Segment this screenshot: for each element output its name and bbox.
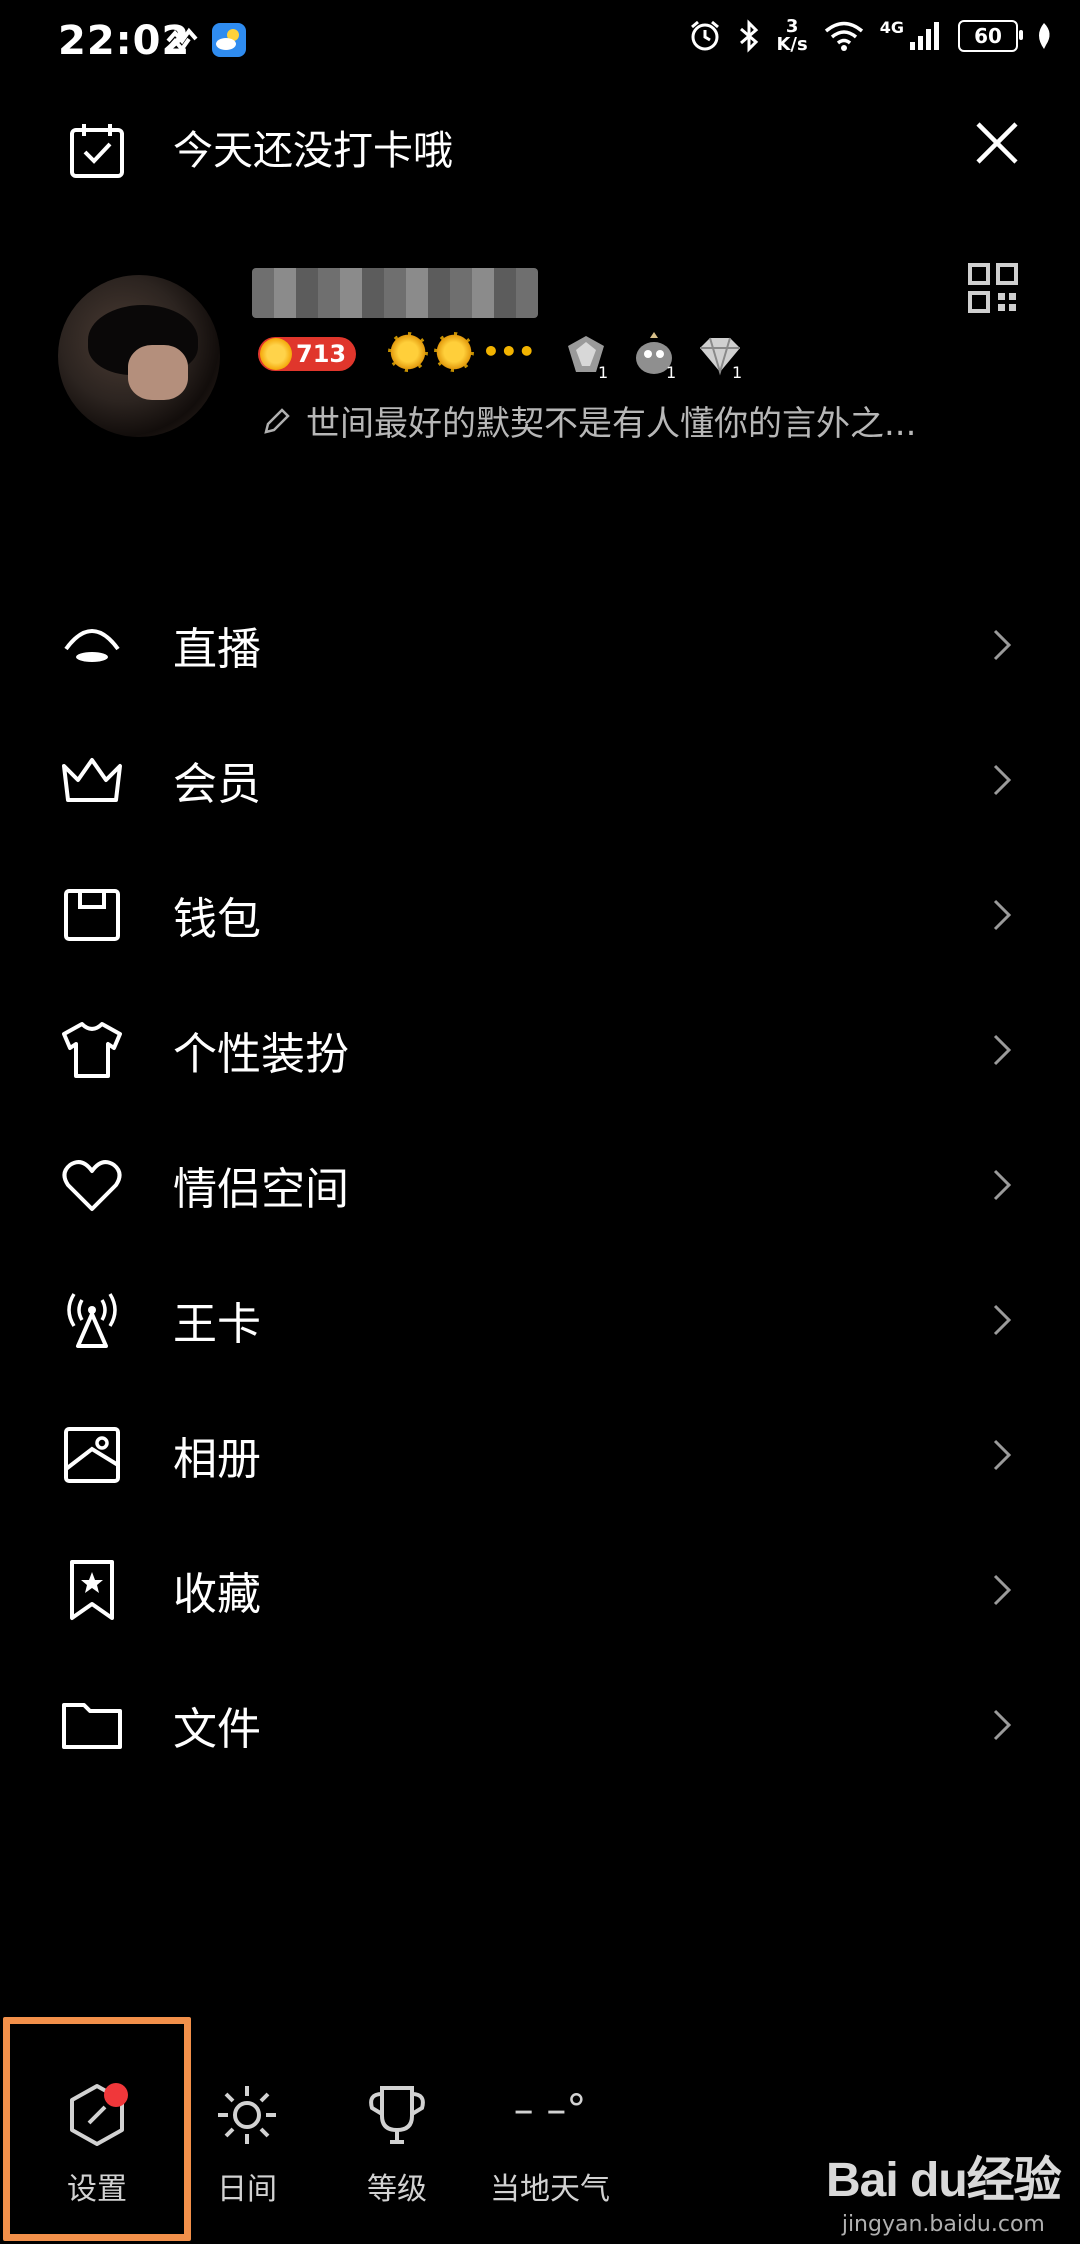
menu-item-couple-space[interactable]: 情侣空间 <box>0 1117 1080 1252</box>
menu-item-files[interactable]: 文件 <box>0 1657 1080 1792</box>
level-suns[interactable]: ••• <box>388 332 536 372</box>
chevron-right-icon <box>993 1304 1012 1335</box>
menu-item-live[interactable]: 直播 <box>0 577 1080 712</box>
menu-label: 钱包 <box>173 893 261 945</box>
sun-level-icon <box>388 332 428 372</box>
network-type: 4G <box>879 18 904 37</box>
chevron-right-icon <box>993 1169 1012 1200</box>
menu-item-vip[interactable]: 会员 <box>0 712 1080 847</box>
level-label: 等级 <box>367 2172 427 2207</box>
qr-code-icon[interactable] <box>967 262 1019 314</box>
menu-label: 收藏 <box>173 1568 261 1620</box>
watermark-brand: Bai du经验 <box>826 2154 1062 2207</box>
settings-button[interactable]: 设置 <box>27 2080 167 2208</box>
chevron-right-icon <box>993 899 1012 930</box>
avatar[interactable] <box>58 275 220 437</box>
chevron-right-icon <box>993 1439 1012 1470</box>
username-pixelated[interactable] <box>252 268 538 318</box>
level-trophy-icon <box>369 2086 425 2144</box>
menu-label: 情侣空间 <box>173 1163 349 1215</box>
coin-count: 713 <box>296 340 347 368</box>
settings-label: 设置 <box>67 2172 127 2207</box>
calendar-check-icon[interactable] <box>68 122 126 180</box>
tshirt-icon <box>62 1021 122 1078</box>
wallet-icon <box>64 888 120 941</box>
menu-label: 会员 <box>173 758 261 810</box>
menu-item-wallet[interactable]: 钱包 <box>0 847 1080 982</box>
signature-text: 世间最好的默契不是有人懂你的言外之... <box>306 404 917 444</box>
live-icon <box>64 628 120 662</box>
net-speed: 3 K/s <box>776 18 807 54</box>
chevron-right-icon <box>993 764 1012 795</box>
notification-dot <box>104 2083 128 2107</box>
sun-level-icon <box>434 332 474 372</box>
achievement-badge-icon[interactable]: 1 <box>628 328 680 380</box>
baidu-watermark: Bai du经验 jingyan.baidu.com <box>826 2140 1062 2237</box>
achievement-badge-icon[interactable]: 1 <box>560 328 612 380</box>
wifi-icon <box>824 21 863 51</box>
weather-value: – –° <box>513 2087 587 2133</box>
status-left-icons <box>165 22 247 58</box>
chevron-right-icon <box>993 1709 1012 1740</box>
svg-text:1: 1 <box>666 363 676 380</box>
chevron-right-icon <box>993 1574 1012 1605</box>
bluetooth-icon <box>740 19 759 53</box>
heart-icon <box>62 1159 122 1211</box>
watermark-url: jingyan.baidu.com <box>841 2212 1045 2237</box>
svg-text:1: 1 <box>732 363 742 380</box>
weather-label: 当地天气 <box>490 2172 610 2207</box>
achievement-badge-icon[interactable]: 1 <box>694 328 746 380</box>
menu-item-favorites[interactable]: 收藏 <box>0 1522 1080 1657</box>
more-dots-icon: ••• <box>482 335 536 368</box>
crown-icon <box>62 757 122 802</box>
signal-tower-icon <box>67 1292 117 1348</box>
svg-text:1: 1 <box>598 363 608 380</box>
day-mode-button[interactable]: 日间 <box>177 2080 317 2208</box>
signature-row[interactable]: 世间最好的默契不是有人懂你的言外之... <box>262 396 916 445</box>
bookmark-icon <box>70 1559 114 1620</box>
battery-indicator: 60 <box>958 20 1023 52</box>
menu-label: 文件 <box>173 1703 261 1755</box>
menu-label: 个性装扮 <box>173 1028 349 1080</box>
folder-icon <box>62 1702 122 1749</box>
chevron-right-icon <box>993 629 1012 660</box>
weather-app-icon <box>212 23 246 57</box>
menu-item-personalize[interactable]: 个性装扮 <box>0 982 1080 1117</box>
sun-icon <box>218 2086 276 2144</box>
day-mode-label: 日间 <box>217 2172 277 2207</box>
alarm-icon <box>691 20 720 51</box>
app-notification-icon <box>166 27 198 53</box>
coin-badge[interactable]: 713 <box>258 337 357 371</box>
menu-label: 相册 <box>173 1433 261 1485</box>
menu-item-album[interactable]: 相册 <box>0 1387 1080 1522</box>
status-right-icons: 3 K/s 4G 60 <box>688 18 1054 54</box>
avatar-face <box>128 345 188 400</box>
checkin-reminder[interactable]: 今天还没打卡哦 <box>173 122 453 180</box>
chevron-right-icon <box>993 1034 1012 1065</box>
leaf-icon <box>1039 23 1050 49</box>
level-button[interactable]: 等级 <box>327 2080 467 2208</box>
net-speed-unit: K/s <box>776 34 808 55</box>
weather-button[interactable]: – –° 当地天气 <box>480 2080 620 2208</box>
menu-item-wangka[interactable]: 王卡 <box>0 1252 1080 1387</box>
menu-label: 王卡 <box>173 1298 261 1350</box>
menu-label: 直播 <box>173 623 261 675</box>
close-icon[interactable] <box>972 118 1022 168</box>
album-icon <box>64 1426 120 1483</box>
pencil-icon <box>264 407 290 434</box>
cell-signal-icon <box>910 22 939 50</box>
coin-icon <box>260 338 292 370</box>
